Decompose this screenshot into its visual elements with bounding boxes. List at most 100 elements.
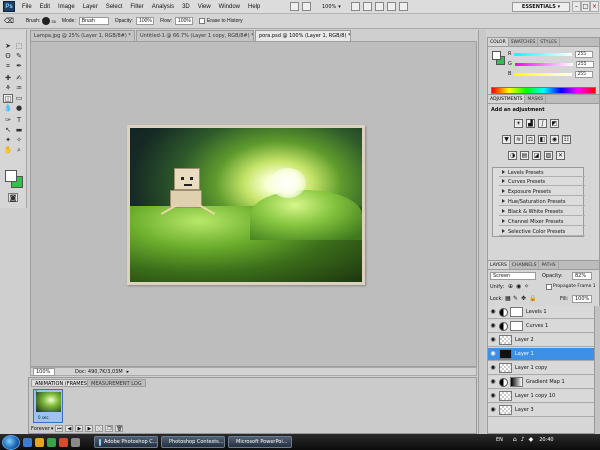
menu-3d[interactable]: 3D: [178, 4, 194, 10]
curves-icon[interactable]: ∫: [538, 119, 547, 128]
vibrance-icon[interactable]: ▼: [502, 135, 511, 144]
blue-value[interactable]: 255: [575, 70, 594, 78]
brush-preview-icon[interactable]: [42, 17, 51, 25]
play-icon[interactable]: ▶: [75, 425, 84, 432]
erase-history-checkbox[interactable]: [199, 18, 206, 24]
tab-animation-frames[interactable]: ANIMATION (FRAMES): [31, 379, 93, 387]
eraser-tool-icon[interactable]: ◫: [3, 94, 13, 103]
threshold-icon[interactable]: ◪: [532, 151, 541, 160]
layer-thumbnail[interactable]: [499, 349, 512, 359]
crop-tool-icon[interactable]: ⌗: [3, 62, 13, 71]
tab-measurement-log[interactable]: MEASUREMENT LOG: [87, 379, 146, 387]
menu-filter[interactable]: Filter: [126, 4, 147, 10]
quicklaunch-desktop-icon[interactable]: [71, 437, 80, 447]
layer-mask-thumbnail[interactable]: [510, 321, 523, 331]
3d-orbit-tool-icon[interactable]: ✧: [14, 136, 24, 145]
marquee-tool-icon[interactable]: ⬚: [14, 42, 24, 51]
status-arrow-icon[interactable]: ▸: [127, 369, 130, 375]
lock-transparent-icon[interactable]: ▦: [505, 295, 511, 302]
quicklaunch-media-icon[interactable]: [47, 437, 56, 447]
blend-mode-select[interactable]: Screen: [490, 272, 536, 280]
first-frame-icon[interactable]: ⏮: [55, 425, 64, 432]
delete-frame-icon[interactable]: 🗑: [115, 425, 124, 432]
eye-icon[interactable]: ◉: [489, 308, 497, 316]
language-indicator[interactable]: EN: [496, 437, 503, 443]
tab-swatches[interactable]: SWATCHES: [509, 38, 539, 46]
frame-duration[interactable]: 0 sec.: [38, 415, 50, 420]
menu-layer[interactable]: Layer: [79, 4, 102, 10]
opacity-field[interactable]: 100%: [136, 17, 155, 25]
tab-adjustments[interactable]: ADJUSTMENTS: [488, 95, 526, 103]
flow-field[interactable]: 100%: [175, 17, 194, 25]
invert-icon[interactable]: ◑: [508, 151, 517, 160]
duplicate-frame-icon[interactable]: ❐: [105, 425, 114, 432]
tween-icon[interactable]: ◌: [95, 425, 104, 432]
layer-row[interactable]: ◉ Gradient Map 1: [488, 376, 594, 389]
menu-image[interactable]: Image: [54, 4, 79, 10]
posterize-icon[interactable]: ▤: [520, 151, 529, 160]
eye-icon[interactable]: ◉: [489, 322, 497, 330]
layer-row[interactable]: ◉ Layer 2: [488, 334, 594, 347]
hand-tool-icon[interactable]: [350, 2, 360, 11]
quicklaunch-app-icon[interactable]: [59, 437, 68, 447]
color-spectrum-bar[interactable]: [491, 87, 596, 94]
restore-button[interactable]: □: [581, 1, 590, 12]
layer-opacity-field[interactable]: 82%: [572, 272, 592, 280]
previous-frame-icon[interactable]: ◀: [65, 425, 74, 432]
zoom-level[interactable]: 100%: [322, 4, 336, 10]
panel-dock-strip[interactable]: [478, 30, 486, 434]
volume-icon[interactable]: ♪: [521, 436, 525, 443]
blur-tool-icon[interactable]: 💧: [3, 104, 13, 113]
network-icon[interactable]: ⌂: [513, 436, 517, 443]
eyedropper-tool-icon[interactable]: ✒: [14, 62, 24, 71]
layer-row[interactable]: ◉ Layer 1 copy 10: [488, 390, 594, 403]
channel-mixer-icon[interactable]: ☷: [562, 135, 571, 144]
hand-tool-icon[interactable]: ✋: [3, 146, 13, 155]
tab-lampa[interactable]: Lampa.jpg @ 25% (Layer 1, RGB/8#) *: [30, 30, 135, 41]
menu-view[interactable]: View: [194, 4, 215, 10]
3d-rotate-tool-icon[interactable]: ✦: [3, 136, 13, 145]
menu-file[interactable]: File: [18, 4, 36, 10]
chevron-down-icon[interactable]: ▾: [338, 4, 341, 10]
red-slider[interactable]: [514, 52, 573, 56]
selective-color-icon[interactable]: ✕: [556, 151, 565, 160]
black-white-icon[interactable]: ◧: [538, 135, 547, 144]
brightness-icon[interactable]: ☀: [514, 119, 523, 128]
taskbar-powerpoint[interactable]: Microsoft PowerPoi...: [228, 436, 292, 448]
lasso-tool-icon[interactable]: ʘ: [3, 52, 13, 61]
foreground-color-swatch[interactable]: [5, 170, 17, 182]
preset-levels[interactable]: Levels Presets: [499, 168, 585, 177]
tab-untitled-1[interactable]: Untitled-1 @ 66.7% (Layer 1 copy, RGB/8#…: [136, 30, 254, 41]
lock-position-icon[interactable]: ✥: [521, 295, 526, 302]
color-fg-swatch[interactable]: [492, 51, 501, 60]
preset-exposure[interactable]: Exposure Presets: [499, 187, 585, 196]
tray-app-icon[interactable]: ◆: [529, 436, 534, 443]
unify-style-icon[interactable]: ✧: [524, 283, 529, 290]
tab-channels[interactable]: CHANNELS: [510, 261, 540, 269]
photo-image[interactable]: [130, 128, 362, 282]
color-balance-icon[interactable]: ⚖: [526, 135, 535, 144]
layer-thumbnail[interactable]: [499, 405, 512, 415]
preset-channel-mixer[interactable]: Channel Mixer Presets: [499, 217, 585, 226]
move-tool-icon[interactable]: ➤: [3, 42, 13, 51]
eye-icon[interactable]: ◉: [489, 378, 497, 386]
layer-thumbnail[interactable]: [499, 335, 512, 345]
tab-paths[interactable]: PATHS: [539, 261, 559, 269]
lock-all-icon[interactable]: 🔒: [529, 295, 536, 302]
preset-black-white[interactable]: Black & White Presets: [499, 207, 585, 216]
menu-window[interactable]: Window: [215, 4, 244, 10]
fill-field[interactable]: 100%: [572, 295, 592, 303]
preset-curves[interactable]: Curves Presets: [499, 177, 585, 186]
tab-styles[interactable]: STYLES: [538, 38, 560, 46]
quick-select-tool-icon[interactable]: ✎: [14, 52, 24, 61]
path-select-tool-icon[interactable]: ↖: [3, 126, 13, 135]
loop-select[interactable]: Forever: [31, 426, 50, 432]
tab-masks[interactable]: MASKS: [525, 95, 547, 103]
pen-tool-icon[interactable]: ✑: [3, 116, 13, 125]
green-value[interactable]: 255: [575, 60, 594, 68]
menu-analysis[interactable]: Analysis: [148, 4, 178, 10]
layer-mask-thumbnail[interactable]: [510, 307, 523, 317]
minimize-button[interactable]: –: [572, 1, 581, 12]
close-button[interactable]: ×: [590, 1, 599, 12]
status-zoom-field[interactable]: 100%: [33, 367, 55, 376]
